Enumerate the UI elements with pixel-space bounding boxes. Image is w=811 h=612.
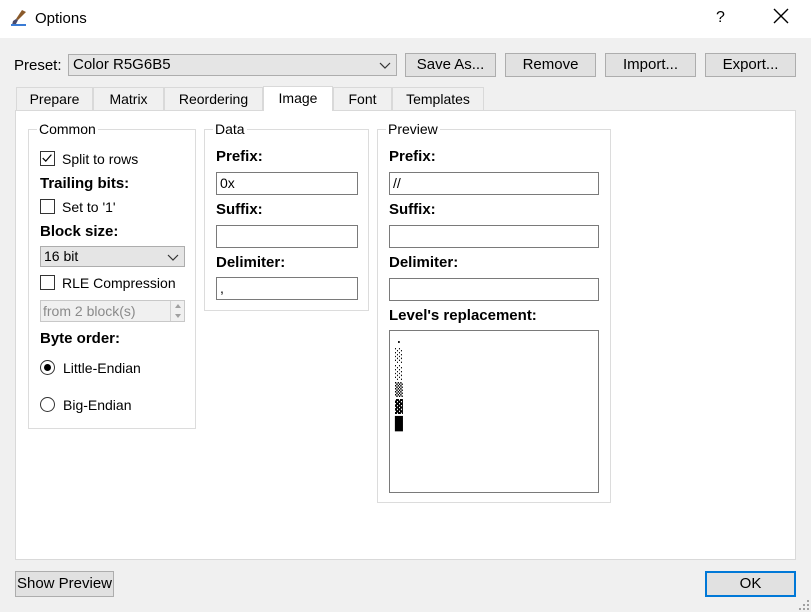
tab-image[interactable]: Image [263,86,333,111]
close-icon[interactable] [772,7,790,25]
level-line: ▒ [395,383,403,398]
tab-reordering[interactable]: Reordering [164,87,263,110]
rle-compression-label: RLE Compression [62,275,176,291]
ok-button[interactable]: OK [705,571,796,597]
level-line: ░ [395,349,403,364]
import-button[interactable]: Import... [605,53,696,77]
preview-prefix-input[interactable]: // [389,172,599,195]
level-line: . [395,332,403,347]
tab-font[interactable]: Font [333,87,392,110]
levels-replacement-textarea[interactable]: . ░ ░ ▒ ▓ █ [389,330,599,493]
data-groupbox: Data Prefix: 0x Suffix: Delimiter: , [204,121,369,311]
export-button[interactable]: Export... [705,53,796,77]
title-bar: Options ? [0,0,811,38]
block-size-label: Block size: [40,223,119,240]
chevron-down-icon [167,254,179,261]
brush-app-icon [11,10,26,26]
radio-selected-dot [44,364,51,371]
window-title: Options [35,10,87,27]
data-suffix-label: Suffix: [216,201,263,218]
data-suffix-input[interactable] [216,225,358,248]
tab-matrix[interactable]: Matrix [93,87,164,110]
remove-button[interactable]: Remove [505,53,596,77]
level-line: ░ [395,366,403,381]
data-delimiter-input[interactable]: , [216,277,358,300]
preset-label: Preset: [14,57,62,74]
split-to-rows-checkbox[interactable] [40,151,55,166]
preview-groupbox: Preview Prefix: // Suffix: Delimiter: Le… [377,121,611,503]
preset-selected-value: Color R5G6B5 [73,56,171,73]
checkmark-icon [42,154,52,162]
set-to-one-checkbox[interactable] [40,199,55,214]
data-prefix-label: Prefix: [216,148,263,165]
show-preview-button[interactable]: Show Preview [15,571,114,597]
big-endian-radio[interactable] [40,397,55,412]
data-delimiter-label: Delimiter: [216,254,286,271]
preview-delimiter-label: Delimiter: [389,254,459,271]
block-size-combobox[interactable]: 16 bit [40,246,185,267]
common-group-title: Common [37,121,98,137]
preview-delimiter-input[interactable] [389,278,599,301]
preview-prefix-label: Prefix: [389,148,436,165]
big-endian-label: Big-Endian [63,397,132,413]
preview-group-title: Preview [386,121,440,137]
little-endian-label: Little-Endian [63,360,141,376]
little-endian-radio[interactable] [40,360,55,375]
level-line: █ [395,417,403,432]
save-as-button[interactable]: Save As... [405,53,496,77]
level-line: ▓ [395,400,403,415]
levels-replacement-label: Level's replacement: [389,307,537,324]
spin-down-icon[interactable] [171,311,185,321]
data-group-title: Data [213,121,247,137]
common-groupbox: Common Split to rows Trailing bits: Set … [28,121,196,429]
rle-from-value: from 2 block(s) [43,303,136,319]
rle-compression-checkbox[interactable] [40,275,55,290]
image-tab-panel: Common Split to rows Trailing bits: Set … [15,110,796,560]
tab-prepare[interactable]: Prepare [16,87,93,110]
trailing-bits-label: Trailing bits: [40,175,130,192]
tab-templates[interactable]: Templates [392,87,484,110]
spin-up-icon[interactable] [171,301,185,311]
preview-suffix-label: Suffix: [389,201,436,218]
block-size-value: 16 bit [44,248,79,264]
rle-from-spinbox[interactable]: from 2 block(s) [40,300,185,322]
chevron-down-icon [379,62,391,69]
byte-order-label: Byte order: [40,330,121,347]
spin-arrows[interactable] [170,301,184,321]
data-prefix-input[interactable]: 0x [216,172,358,195]
resize-grip-icon[interactable] [799,600,809,610]
preset-combobox[interactable]: Color R5G6B5 [68,54,397,76]
split-to-rows-label: Split to rows [62,151,139,167]
preview-suffix-input[interactable] [389,225,599,248]
help-button[interactable]: ? [716,9,725,27]
set-to-one-label: Set to '1' [62,199,116,215]
